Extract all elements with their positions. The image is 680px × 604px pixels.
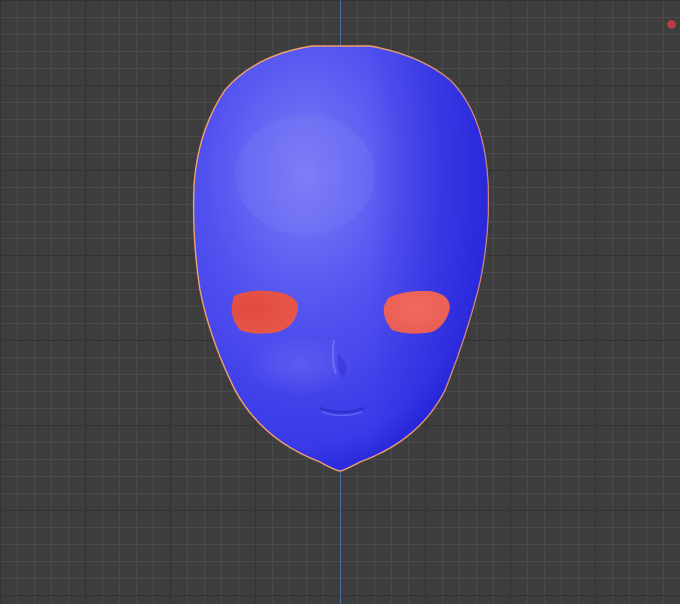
head-right-shading: [193, 46, 489, 471]
scene-canvas[interactable]: [0, 0, 680, 604]
forehead-highlight: [235, 115, 375, 235]
record-dot-icon: [667, 20, 676, 29]
head-mesh[interactable]: [192, 45, 489, 472]
3d-viewport[interactable]: [0, 0, 680, 604]
